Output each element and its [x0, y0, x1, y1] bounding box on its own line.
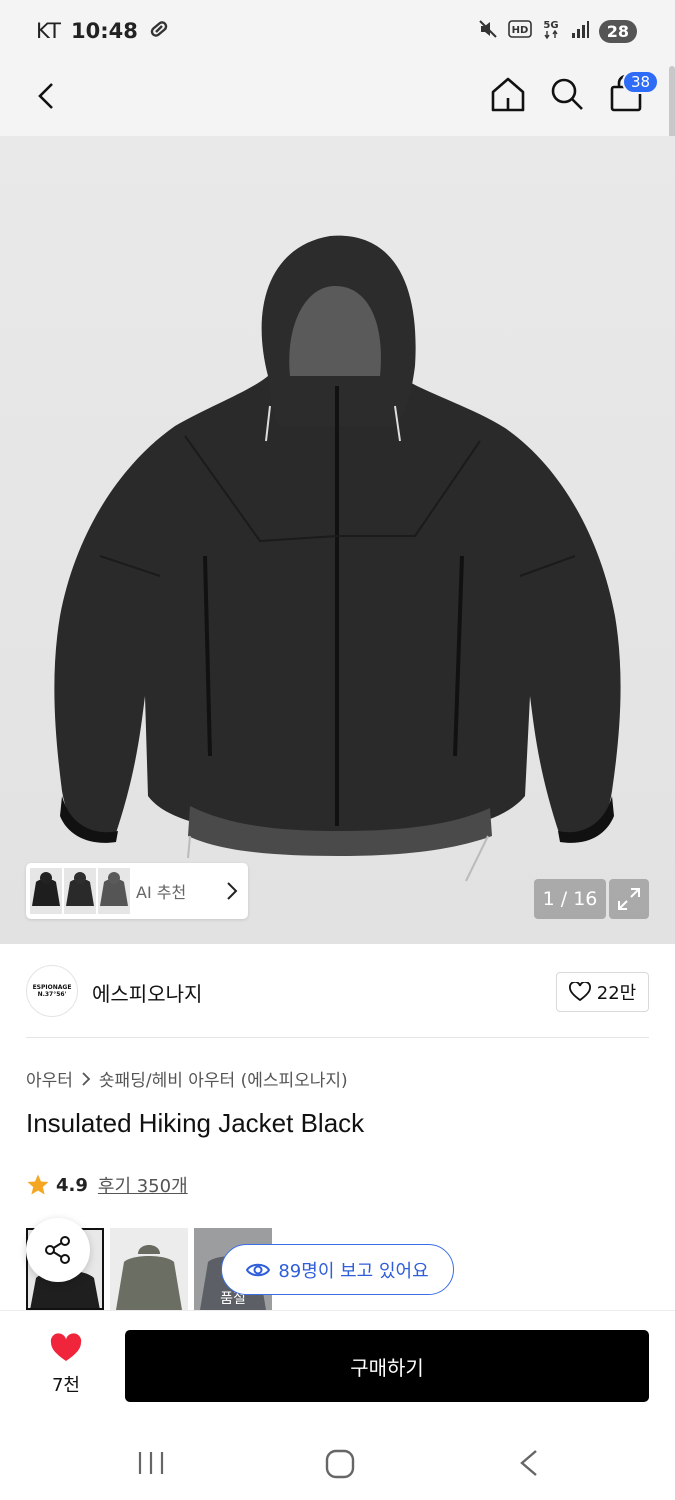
expand-image-button[interactable] — [609, 879, 649, 919]
hd-icon: HD — [507, 20, 532, 42]
brand-logo[interactable]: ESPIONAGE N.37°56' — [26, 965, 78, 1017]
jacket-illustration — [0, 136, 675, 944]
home-button[interactable] — [488, 74, 528, 114]
expand-icon — [618, 888, 640, 910]
breadcrumb: 아우터 숏패딩/헤비 아우터 (에스피오나지) — [26, 1066, 348, 1091]
recent-apps-icon[interactable] — [136, 1450, 166, 1476]
ai-recommend-label: AI 추천 — [136, 883, 187, 902]
rating-score: 4.9 — [56, 1174, 88, 1196]
brand-name[interactable]: 에스피오나지 — [92, 978, 202, 1007]
system-back-icon[interactable] — [516, 1448, 542, 1478]
status-time: 10:48 — [70, 19, 138, 43]
brand-row: ESPIONAGE N.37°56' 에스피오나지 22만 — [0, 944, 675, 1038]
search-icon — [551, 78, 583, 110]
svg-text:HD: HD — [511, 25, 528, 36]
search-button[interactable] — [547, 74, 587, 114]
status-icons: HD 5G 28 — [477, 18, 637, 44]
ai-recommend-thumbnails — [26, 868, 130, 914]
chevron-left-icon — [38, 83, 53, 109]
home-circle-icon[interactable] — [324, 1448, 356, 1480]
brand-logo-subtext: N.37°56' — [37, 991, 67, 998]
mute-icon — [477, 18, 499, 44]
ai-recommend-chip[interactable]: AI 추천 — [26, 863, 248, 919]
reviews-link[interactable]: 후기 350개 — [98, 1172, 188, 1198]
viewing-now-label: 89명이 보고 있어요 — [278, 1260, 429, 1282]
top-nav: 38 — [0, 62, 675, 136]
chevron-right-icon — [227, 882, 238, 900]
brand-like-count: 22만 — [596, 983, 637, 1004]
home-icon — [491, 77, 525, 112]
svg-text:5G: 5G — [543, 20, 558, 31]
viewing-now-pill: 89명이 보고 있어요 — [221, 1244, 454, 1295]
back-button[interactable] — [30, 76, 70, 116]
divider — [26, 1037, 649, 1038]
breadcrumb-subcategory[interactable]: 숏패딩/헤비 아우터 (에스피오나지) — [99, 1066, 348, 1091]
wishlist-button[interactable]: 7천 — [36, 1333, 96, 1397]
recommend-thumb — [30, 868, 62, 914]
share-icon — [45, 1236, 70, 1264]
heart-outline-icon — [568, 982, 591, 1002]
product-image[interactable] — [0, 136, 675, 944]
link-icon — [148, 18, 170, 45]
buy-button[interactable]: 구매하기 — [125, 1330, 649, 1402]
variant-thumb-khaki[interactable] — [110, 1228, 188, 1310]
battery-indicator: 28 — [598, 19, 637, 43]
star-icon — [27, 1174, 49, 1195]
rating-row: 4.9 후기 350개 — [26, 1172, 188, 1198]
image-page-counter: 1 / 16 — [534, 879, 606, 919]
carrier-label: KT — [36, 19, 61, 43]
product-title: Insulated Hiking Jacket Black — [26, 1108, 365, 1138]
chevron-right-icon — [82, 1071, 91, 1086]
system-nav-bar — [0, 1420, 675, 1500]
wishlist-count: 7천 — [51, 1375, 80, 1396]
brand-like-button[interactable]: 22만 — [556, 972, 649, 1012]
brand-logo-text: ESPIONAGE — [32, 984, 72, 991]
share-button[interactable] — [26, 1218, 90, 1282]
status-bar: KT 10:48 HD 5G 28 — [0, 0, 675, 62]
5g-icon: 5G — [541, 18, 561, 44]
eye-icon — [246, 1263, 271, 1276]
recommend-thumb — [64, 868, 96, 914]
signal-icon — [570, 19, 590, 43]
heart-filled-icon — [50, 1333, 82, 1361]
recommend-thumb — [98, 868, 130, 914]
purchase-bar: 7천 구매하기 — [0, 1310, 675, 1420]
cart-count-badge: 38 — [622, 70, 660, 94]
breadcrumb-category[interactable]: 아우터 — [26, 1066, 73, 1091]
